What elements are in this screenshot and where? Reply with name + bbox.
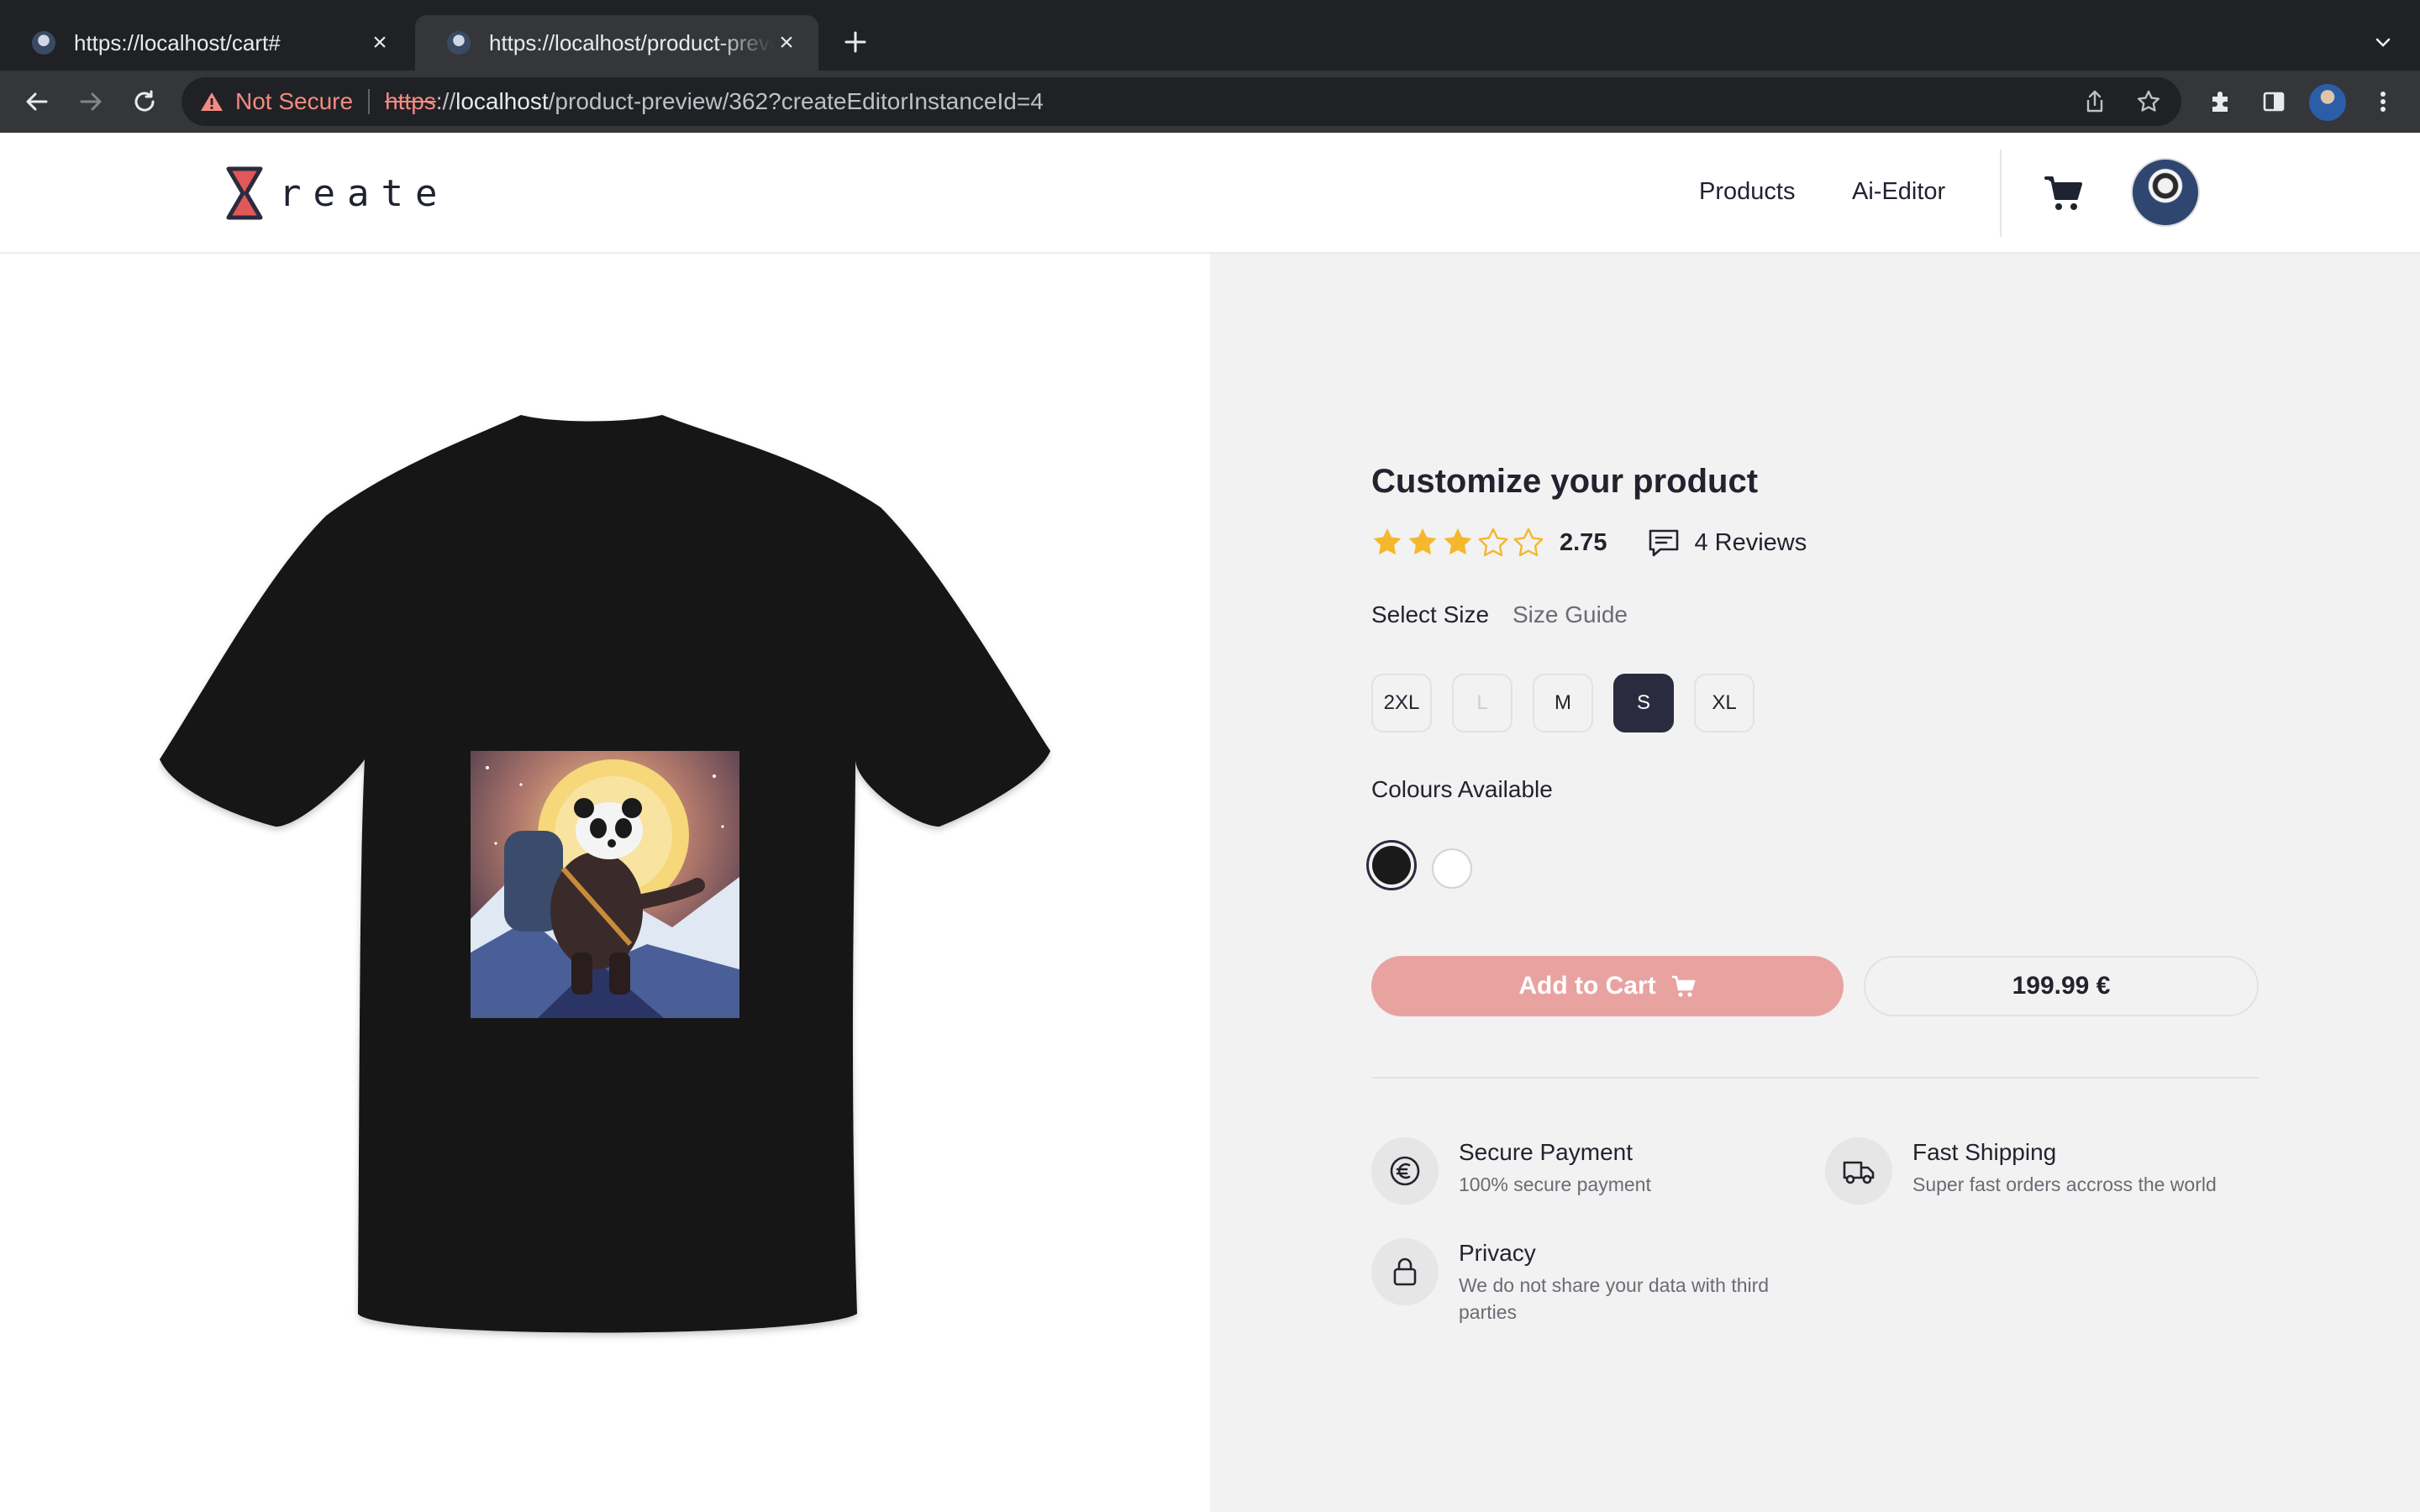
reviews-link[interactable]: 4 Reviews: [1694, 529, 1807, 557]
browser-menu-button[interactable]: [2365, 83, 2402, 120]
arrow-right-icon: [80, 92, 102, 111]
browser-tab-product-preview[interactable]: https://localhost/product-preview/362?cr…: [415, 15, 818, 71]
euro-icon: [1371, 1137, 1439, 1205]
address-bar[interactable]: Not Secure https://localhost/product-pre…: [182, 77, 2181, 126]
lock-glyph: [1393, 1257, 1417, 1286]
site-header: reate Products Ai-Editor: [0, 133, 2420, 254]
star-outline-icon: [2138, 90, 2160, 112]
star-filled-icon: [1444, 528, 1472, 555]
nav-link-ai-editor[interactable]: Ai-Editor: [1852, 178, 1945, 206]
close-tab-icon[interactable]: ×: [366, 29, 393, 56]
bookmark-button[interactable]: [2128, 77, 2170, 126]
star-outline-icon: [1513, 528, 1544, 557]
product-preview-pane: [0, 254, 1210, 1512]
header-divider: [2000, 150, 2002, 237]
page-title: Customize your product: [1371, 462, 1759, 500]
feature-secure-payment: Secure Payment 100% secure payment: [1371, 1137, 1651, 1205]
logo-text: reate: [279, 171, 450, 215]
browser-profile-avatar[interactable]: [2309, 84, 2346, 121]
select-size-label: Select Size: [1371, 601, 1490, 627]
star-filled-icon: [1408, 528, 1437, 555]
chevron-down-icon: [2375, 38, 2391, 47]
omnibox-divider: [368, 89, 371, 114]
browser-tab-strip: https://localhost/cart# × https://localh…: [0, 0, 2420, 71]
side-panel-icon: [2263, 92, 2285, 112]
section-divider: [1371, 1077, 2259, 1079]
tab-search-button[interactable]: [2366, 25, 2400, 59]
user-avatar[interactable]: [2131, 158, 2200, 227]
truck-icon: [1825, 1137, 1892, 1205]
feature-title: Privacy: [1459, 1240, 1536, 1266]
tab-title: https://localhost/product-preview/362?cr…: [489, 29, 773, 55]
size-option-l: L: [1452, 674, 1512, 732]
feature-title: Fast Shipping: [1912, 1139, 2057, 1165]
colours-available-label: Colours Available: [1371, 776, 1553, 802]
cart-icon: [1671, 975, 1695, 997]
panda-favicon-icon: [447, 31, 471, 55]
url-host: localhost: [455, 88, 549, 114]
panda-favicon-icon: [32, 31, 55, 55]
plus-icon: [844, 31, 866, 53]
feature-subtitle: 100% secure payment: [1459, 1173, 1651, 1195]
rating-row: 2.75 4 Reviews: [1371, 522, 1807, 563]
share-button[interactable]: [2074, 77, 2116, 126]
add-to-cart-button[interactable]: Add to Cart: [1371, 956, 1844, 1016]
price-display: 199.99 €: [1864, 956, 2259, 1016]
hourglass-logo-icon: [226, 166, 263, 220]
browser-tab-cart[interactable]: https://localhost/cart# ×: [0, 15, 412, 71]
new-tab-button[interactable]: [837, 24, 874, 60]
truck-glyph: [1843, 1161, 1875, 1184]
url-scheme: https: [385, 88, 436, 114]
browser-toolbar: Not Secure https://localhost/product-pre…: [0, 71, 2420, 133]
arrow-left-icon: [26, 92, 48, 111]
size-options: 2XL L M S XL: [1371, 674, 1754, 732]
feature-privacy: Privacy We do not share your data with t…: [1371, 1238, 1808, 1326]
panda-artwork-image[interactable]: [471, 751, 739, 1018]
forward-button[interactable]: [72, 83, 109, 120]
warning-icon: [201, 92, 223, 111]
add-to-cart-label: Add to Cart: [1518, 972, 1656, 1000]
close-tab-icon[interactable]: ×: [773, 29, 800, 56]
size-option-xl[interactable]: XL: [1694, 674, 1754, 732]
colour-swatch-black[interactable]: [1366, 840, 1417, 890]
rating-value: 2.75: [1560, 528, 1607, 556]
extensions-button[interactable]: [2202, 83, 2238, 120]
size-option-m[interactable]: M: [1533, 674, 1593, 732]
lock-icon: [1371, 1238, 1439, 1305]
url-separator: ://: [435, 88, 456, 114]
chat-bubble-icon: [1649, 529, 1679, 557]
star-rating: [1371, 527, 1544, 559]
side-panel-button[interactable]: [2255, 83, 2292, 120]
tab-title: https://localhost/cart#: [74, 29, 281, 55]
kebab-menu-icon: [2381, 92, 2386, 112]
not-secure-label[interactable]: Not Secure: [235, 88, 353, 115]
star-outline-icon: [1478, 528, 1508, 557]
feature-title: Secure Payment: [1459, 1139, 1633, 1165]
reload-button[interactable]: [126, 83, 163, 120]
size-guide-link[interactable]: Size Guide: [1512, 601, 1628, 628]
reload-icon: [134, 90, 155, 112]
puzzle-icon: [2212, 92, 2228, 112]
url-path: /product-preview/362?createEditorInstanc…: [548, 88, 1044, 114]
site-logo[interactable]: reate: [225, 166, 449, 220]
feature-subtitle: We do not share your data with third par…: [1459, 1274, 1770, 1323]
share-icon: [2086, 90, 2103, 113]
cart-icon[interactable]: [2044, 173, 2084, 213]
nav-link-products[interactable]: Products: [1699, 178, 1795, 206]
colour-swatch-white[interactable]: [1432, 848, 1472, 889]
feature-subtitle: Super fast orders accross the world: [1912, 1173, 2217, 1195]
size-option-2xl[interactable]: 2XL: [1371, 674, 1432, 732]
colour-swatch-black-fill: [1372, 846, 1411, 885]
back-button[interactable]: [18, 83, 55, 120]
feature-fast-shipping: Fast Shipping Super fast orders accross …: [1825, 1137, 2217, 1205]
size-option-s[interactable]: S: [1613, 674, 1674, 732]
euro-glyph: [1390, 1156, 1420, 1186]
star-filled-icon: [1373, 528, 1402, 555]
